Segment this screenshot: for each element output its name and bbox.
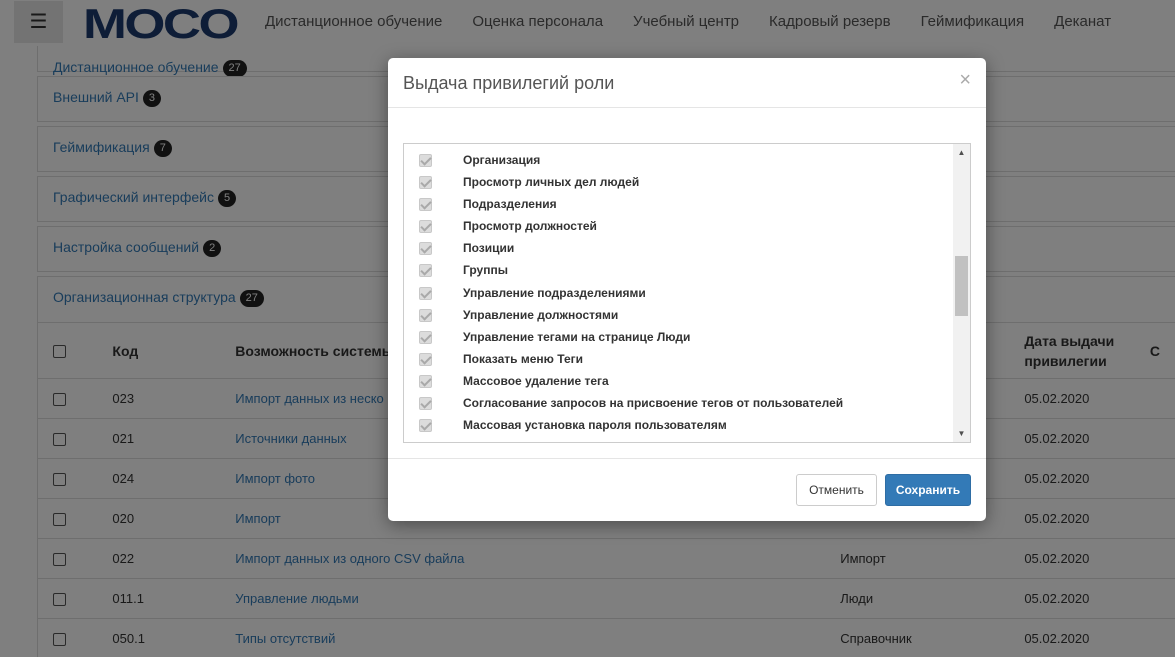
privilege-list-item[interactable]: Группы — [404, 260, 954, 282]
privilege-list-item[interactable]: Управление должностями — [404, 305, 954, 327]
privilege-checkbox[interactable] — [419, 220, 432, 234]
privilege-checkbox[interactable] — [419, 352, 432, 366]
privilege-label: Управление тегами на странице Люди — [463, 329, 691, 344]
privilege-list-item[interactable]: Управление подразделениями — [404, 283, 954, 305]
dialog-footer: Отменить Сохранить — [388, 458, 986, 521]
privilege-checkbox[interactable] — [419, 330, 432, 344]
privilege-label: Согласование запросов на присвоение тего… — [463, 396, 844, 411]
privilege-checkbox[interactable] — [419, 308, 432, 322]
close-icon[interactable]: × — [959, 70, 971, 90]
privilege-label: Массовая установка пароля пользователям — [463, 418, 727, 433]
scroll-up-icon[interactable]: ▲ — [953, 144, 970, 161]
privilege-checkbox[interactable] — [419, 154, 432, 167]
privilege-label: Группы — [463, 263, 508, 278]
grant-privileges-dialog: Выдача привилегий роли × Организация Прос… — [388, 58, 986, 521]
privilege-list-item[interactable]: Управление тегами на странице Люди — [404, 327, 954, 349]
privilege-label: Просмотр личных дел людей — [463, 175, 640, 190]
privileges-list[interactable]: Организация Просмотр личных дел людей Подр… — [403, 143, 971, 443]
privilege-label: Управление подразделениями — [463, 285, 646, 300]
privilege-list-item[interactable]: Подразделения — [404, 194, 954, 216]
dialog-header: Выдача привилегий роли × — [388, 58, 986, 108]
privilege-list-item[interactable]: Просмотр должностей — [404, 216, 954, 238]
privilege-list-item[interactable]: Согласование запросов на присвоение тего… — [404, 393, 954, 415]
privilege-label: Позиции — [463, 241, 515, 256]
privilege-checkbox[interactable] — [419, 198, 432, 212]
cancel-button[interactable]: Отменить — [796, 474, 877, 506]
scroll-down-icon[interactable]: ▼ — [953, 425, 970, 442]
privilege-label: Организация — [463, 153, 541, 167]
privilege-label: Просмотр должностей — [463, 219, 597, 234]
privilege-list-item[interactable]: Массовая установка пароля пользователям — [404, 415, 954, 437]
privilege-checkbox[interactable] — [419, 264, 432, 278]
privilege-label: Показать меню Теги — [463, 351, 584, 366]
privilege-checkbox[interactable] — [419, 374, 432, 388]
scrollbar-thumb[interactable] — [955, 256, 968, 316]
privilege-list-item[interactable]: Просмотр личных дел людей — [404, 172, 954, 194]
save-button[interactable]: Сохранить — [885, 474, 971, 506]
dialog-title: Выдача привилегий роли — [403, 73, 615, 93]
privilege-label: Управление должностями — [463, 307, 619, 322]
privilege-checkbox[interactable] — [419, 176, 432, 190]
privilege-list-item[interactable]: Массовое удаление тега — [404, 371, 954, 393]
privilege-checkbox[interactable] — [419, 242, 432, 256]
list-scrollbar[interactable]: ▲ ▼ — [953, 144, 970, 442]
privilege-checkbox[interactable] — [419, 397, 432, 411]
privilege-list-item[interactable]: Позиции — [404, 238, 954, 260]
privilege-label: Подразделения — [463, 197, 557, 212]
privilege-checkbox[interactable] — [419, 419, 432, 433]
privilege-list-item[interactable]: Организация — [404, 150, 954, 172]
privilege-label: Массовое удаление тега — [463, 373, 609, 388]
privilege-checkbox[interactable] — [419, 286, 432, 300]
privilege-list-item[interactable]: Показать меню Теги — [404, 349, 954, 371]
